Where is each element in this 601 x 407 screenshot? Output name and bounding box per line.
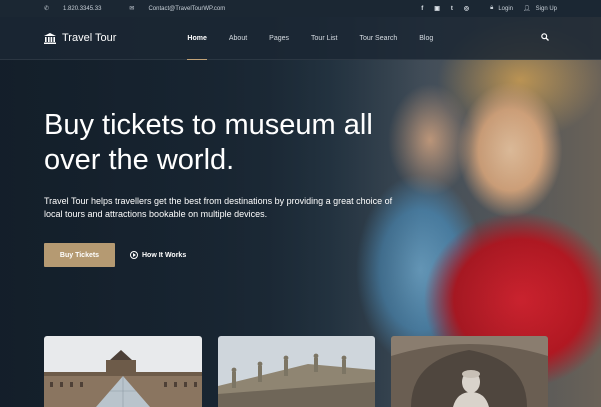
nav-item-pages[interactable]: Pages xyxy=(269,17,289,60)
nav-menu: Home About Pages Tour List Tour Search B… xyxy=(187,17,455,60)
mail-icon: ✉ xyxy=(129,6,135,12)
signup-link[interactable]: 👤︎ Sign Up xyxy=(523,5,557,13)
play-circle-icon xyxy=(130,251,138,259)
facebook-icon[interactable]: f xyxy=(421,6,423,12)
instagram-icon[interactable]: ◎ xyxy=(464,5,469,12)
user-icon: 👤︎ xyxy=(523,6,531,12)
nav-item-tour-search[interactable]: Tour Search xyxy=(360,17,398,60)
phone-link[interactable]: ✆ 1.820.3345.33 xyxy=(44,5,115,13)
nav-item-about[interactable]: About xyxy=(229,17,247,60)
museum-card-sculpture[interactable] xyxy=(391,336,548,407)
rooftop-statues-image xyxy=(218,336,375,407)
lock-icon: 🔒︎ xyxy=(490,5,494,11)
museum-card-louvre[interactable] xyxy=(44,336,202,407)
signup-label: Sign Up xyxy=(535,5,557,12)
site-logo[interactable]: Travel Tour xyxy=(44,32,116,44)
flickr-icon[interactable]: ▣ xyxy=(434,5,440,12)
nav-item-tour-list[interactable]: Tour List xyxy=(311,17,337,60)
email-link[interactable]: ✉ Contact@TravelTourWP.com xyxy=(129,5,239,13)
contact-info: ✆ 1.820.3345.33 ✉ Contact@TravelTourWP.c… xyxy=(44,5,253,13)
top-bar: ✆ 1.820.3345.33 ✉ Contact@TravelTourWP.c… xyxy=(0,0,601,17)
email-address: Contact@TravelTourWP.com xyxy=(148,5,226,12)
buy-tickets-button[interactable]: Buy Tickets xyxy=(44,243,115,267)
twitter-icon[interactable]: t xyxy=(451,6,453,12)
topbar-right: f ▣ t ◎ 🔒︎ Login 👤︎ Sign Up xyxy=(421,5,557,12)
login-link[interactable]: 🔒︎ Login xyxy=(490,5,513,12)
museum-card-statues[interactable] xyxy=(218,336,375,407)
main-navigation: Travel Tour Home About Pages Tour List T… xyxy=(0,17,601,60)
search-button[interactable] xyxy=(541,33,549,43)
museum-building-icon xyxy=(44,32,56,44)
sculpture-image xyxy=(391,336,548,407)
nav-item-blog[interactable]: Blog xyxy=(419,17,433,60)
logo-text: Travel Tour xyxy=(62,32,117,44)
nav-item-home[interactable]: Home xyxy=(187,17,208,60)
login-label: Login xyxy=(498,5,514,12)
hero-description: Travel Tour helps travellers get the bes… xyxy=(44,196,393,219)
how-it-works-label: How It Works xyxy=(142,251,187,259)
phone-number: 1.820.3345.33 xyxy=(63,5,102,12)
louvre-image xyxy=(44,336,202,407)
phone-icon: ✆ xyxy=(44,6,50,12)
search-icon xyxy=(541,33,549,41)
how-it-works-button[interactable]: How It Works xyxy=(130,243,186,267)
hero-title: Buy tickets to museum all over the world… xyxy=(44,109,373,176)
